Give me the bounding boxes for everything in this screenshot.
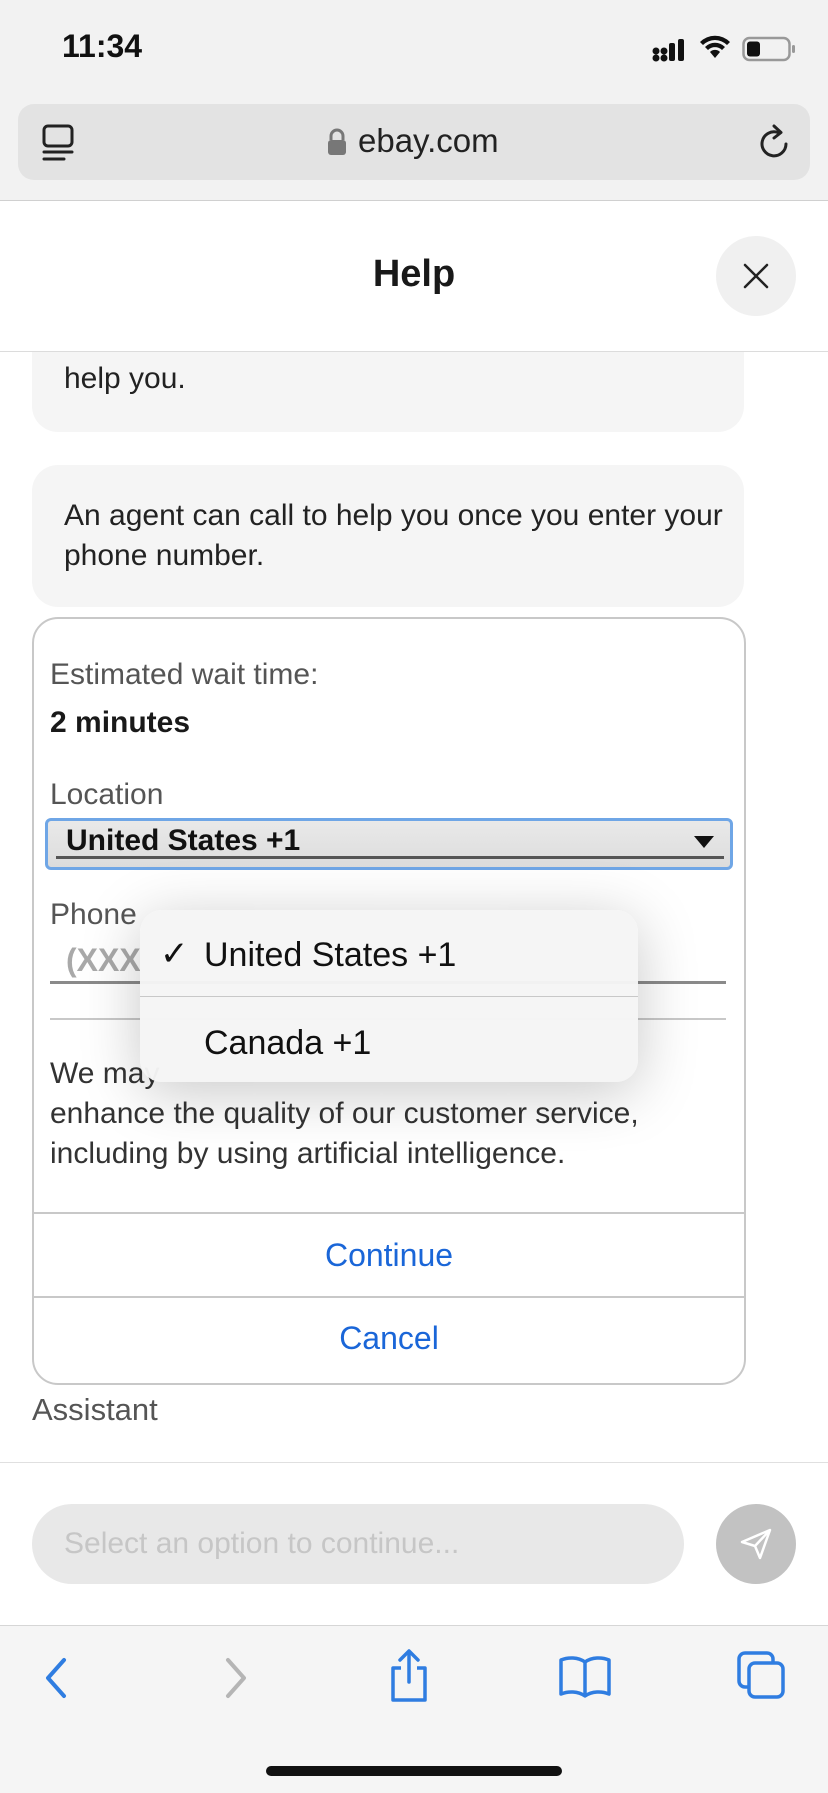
send-icon — [740, 1528, 772, 1560]
dropdown-option-label[interactable]: Canada +1 — [204, 1024, 371, 1063]
location-label: Location — [50, 778, 164, 811]
wait-time-value: 2 minutes — [50, 706, 191, 739]
disclaimer-rest: enhance the quality of our customer serv… — [50, 1097, 639, 1170]
wifi-icon — [698, 34, 732, 65]
home-indicator — [266, 1766, 562, 1776]
url-text[interactable]: ebay.com — [358, 122, 499, 160]
back-icon[interactable] — [40, 1654, 76, 1707]
tabs-icon[interactable] — [736, 1650, 786, 1705]
forward-icon[interactable] — [216, 1654, 252, 1707]
location-select-value[interactable]: United States +1 — [66, 824, 300, 858]
dropdown-option-label[interactable]: United States +1 — [204, 936, 456, 975]
bookmarks-icon[interactable] — [558, 1654, 612, 1703]
phone-label: Phone — [50, 898, 137, 931]
continue-button[interactable]: Continue — [34, 1214, 744, 1296]
checkmark-icon: ✓ — [160, 935, 189, 973]
tab-overview-icon[interactable] — [40, 122, 76, 167]
chevron-down-icon[interactable] — [694, 836, 714, 848]
assistant-label: Assistant — [32, 1392, 158, 1427]
chat-bubble-text: An agent can call to help you once you e… — [64, 499, 723, 572]
close-icon — [743, 263, 769, 289]
message-input[interactable] — [32, 1504, 684, 1584]
battery-icon — [742, 36, 796, 67]
cellular-signal-icon — [652, 38, 688, 67]
lock-icon — [326, 128, 348, 161]
status-time: 11:34 — [62, 28, 143, 64]
chat-bubble-text: help you. — [64, 362, 186, 395]
page-title: Help — [372, 253, 456, 295]
wait-time-label: Estimated wait time: — [50, 658, 319, 691]
reload-icon[interactable] — [756, 122, 792, 167]
share-icon[interactable] — [386, 1648, 432, 1709]
cancel-button[interactable]: Cancel — [34, 1298, 744, 1378]
close-button[interactable] — [716, 236, 796, 316]
send-button[interactable] — [716, 1504, 796, 1584]
